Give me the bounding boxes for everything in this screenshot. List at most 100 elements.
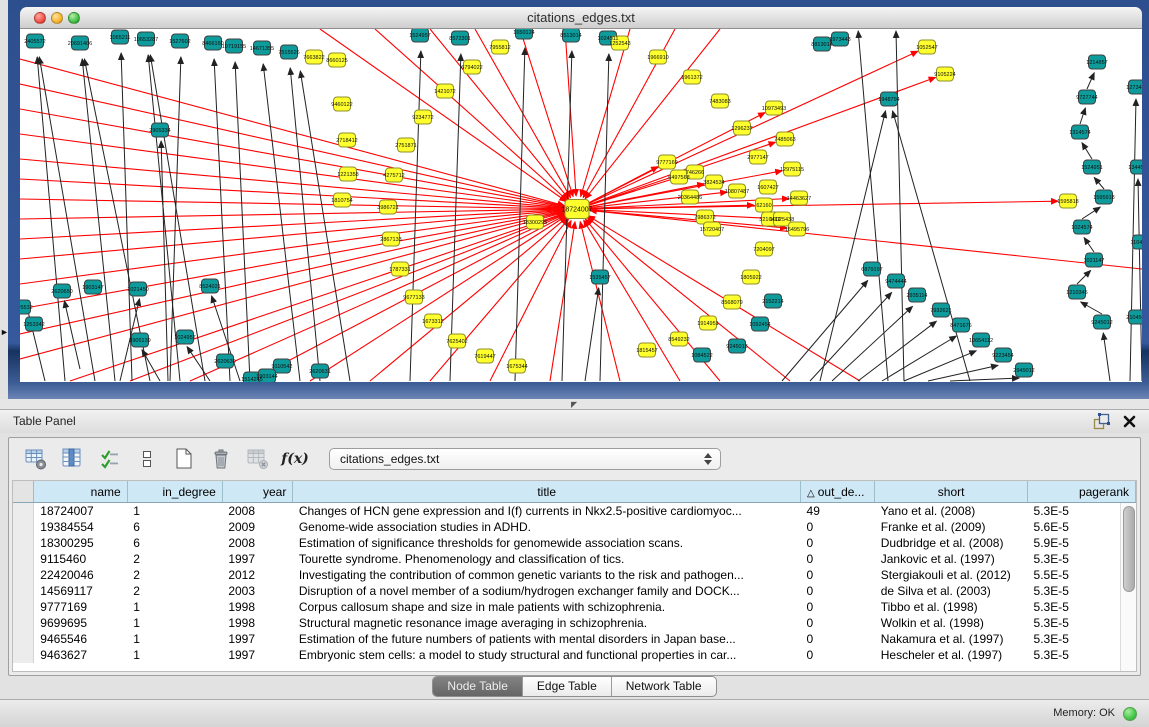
table-cell[interactable]: Investigating the contribution of common… bbox=[293, 567, 801, 583]
table-cell[interactable]: 2 bbox=[127, 567, 222, 583]
network-edge[interactable] bbox=[64, 301, 80, 369]
table-cell[interactable]: 1998 bbox=[222, 615, 293, 631]
table-cell[interactable]: 1997 bbox=[222, 631, 293, 647]
table-cell[interactable]: Stergiakouli et al. (2012) bbox=[875, 567, 1028, 583]
network-edge[interactable] bbox=[1094, 178, 1104, 190]
table-cell[interactable]: Yano et al. (2008) bbox=[875, 503, 1028, 520]
table-cell[interactable]: Dudbridge et al. (2008) bbox=[875, 535, 1028, 551]
network-edge[interactable] bbox=[161, 141, 168, 381]
network-edge[interactable] bbox=[928, 365, 998, 381]
network-edge[interactable] bbox=[1087, 73, 1094, 89]
tab-network-table[interactable]: Network Table bbox=[612, 677, 716, 696]
table-cell[interactable]: Structural magnetic resonance image aver… bbox=[293, 615, 801, 631]
table-cell[interactable]: 0 bbox=[801, 567, 875, 583]
table-cell[interactable]: 1997 bbox=[222, 551, 293, 567]
network-edge[interactable] bbox=[310, 216, 566, 381]
table-row[interactable]: 1830029562008Estimation of significance … bbox=[13, 535, 1136, 551]
column-header-short[interactable]: short bbox=[875, 481, 1028, 503]
table-cell[interactable]: Wolkin et al. (1998) bbox=[875, 615, 1028, 631]
table-cell[interactable]: Corpus callosum shape and size in male p… bbox=[293, 599, 801, 615]
table-cell[interactable]: 22420046 bbox=[34, 567, 127, 583]
table-cell[interactable]: 0 bbox=[801, 647, 875, 663]
column-header-out_de[interactable]: △out_de... bbox=[801, 481, 875, 503]
table-cell[interactable]: Disruption of a novel member of a sodium… bbox=[293, 583, 801, 599]
network-edge[interactable] bbox=[130, 214, 565, 381]
table-settings-icon[interactable] bbox=[23, 446, 49, 472]
table-cell[interactable]: 19384554 bbox=[34, 519, 127, 535]
table-cell[interactable]: 1 bbox=[127, 631, 222, 647]
network-edge[interactable] bbox=[214, 59, 230, 381]
network-edge[interactable] bbox=[142, 350, 160, 381]
network-edge[interactable] bbox=[1077, 270, 1091, 284]
table-row[interactable]: 946554611997Estimation of the future num… bbox=[13, 631, 1136, 647]
network-edge[interactable] bbox=[590, 210, 1142, 269]
table-cell[interactable]: 2008 bbox=[222, 535, 293, 551]
table-selector-dropdown[interactable]: citations_edges.txt bbox=[329, 448, 721, 470]
network-edge[interactable] bbox=[585, 288, 599, 381]
float-panel-icon[interactable] bbox=[1093, 413, 1110, 430]
table-cell[interactable]: Franke et al. (2009) bbox=[875, 519, 1028, 535]
table-cell[interactable]: 6 bbox=[127, 535, 222, 551]
column-header-title[interactable]: title bbox=[293, 481, 801, 503]
table-cell[interactable]: 2 bbox=[127, 583, 222, 599]
table-cell[interactable]: 1 bbox=[127, 599, 222, 615]
table-cell[interactable]: Genome-wide association studies in ADHD. bbox=[293, 519, 801, 535]
table-cell[interactable]: Embryonic stem cells: a model to study s… bbox=[293, 647, 801, 663]
network-edge[interactable] bbox=[1082, 143, 1092, 159]
table-row[interactable]: 1456911722003Disruption of a novel membe… bbox=[13, 583, 1136, 599]
panel-divider[interactable]: ◤ bbox=[0, 399, 1149, 409]
network-edge[interactable] bbox=[580, 222, 620, 381]
citation-network-graph[interactable]: 1872400718300295240557220691406106521110… bbox=[20, 29, 1142, 382]
column-header-pagerank[interactable]: pagerank bbox=[1028, 481, 1136, 503]
network-window-titlebar[interactable]: citations_edges.txt bbox=[20, 7, 1142, 29]
table-cell[interactable]: 9777169 bbox=[34, 599, 127, 615]
table-cell[interactable]: 1 bbox=[127, 647, 222, 663]
table-cell[interactable]: 2008 bbox=[222, 503, 293, 520]
tab-node-table[interactable]: Node Table bbox=[433, 677, 523, 696]
table-cell[interactable]: 0 bbox=[801, 631, 875, 647]
table-row[interactable]: 911546021997Tourette syndrome. Phenomeno… bbox=[13, 551, 1136, 567]
table-cell[interactable]: 2009 bbox=[222, 519, 293, 535]
table-cell[interactable]: 2012 bbox=[222, 567, 293, 583]
table-row[interactable]: 2242004622012Investigating the contribut… bbox=[13, 567, 1136, 583]
table-header-row[interactable]: namein_degreeyeartitle△out_de...shortpag… bbox=[13, 481, 1136, 503]
table-row[interactable]: 1872400712008Changes of HCN gene express… bbox=[13, 503, 1136, 520]
table-cell[interactable]: 0 bbox=[801, 583, 875, 599]
table-cell[interactable]: 0 bbox=[801, 519, 875, 535]
network-edge[interactable] bbox=[577, 209, 772, 219]
table-cell[interactable]: Tibbo et al. (1998) bbox=[875, 599, 1028, 615]
resize-grip-icon[interactable]: ◤ bbox=[571, 400, 577, 409]
table-cell[interactable]: Estimation of the future numbers of pati… bbox=[293, 631, 801, 647]
network-edge[interactable] bbox=[410, 51, 421, 381]
network-edge[interactable] bbox=[1082, 207, 1100, 219]
vertical-scrollbar[interactable] bbox=[1120, 503, 1136, 671]
function-builder-icon[interactable]: f(x) bbox=[282, 446, 308, 472]
table-cell[interactable]: de Silva et al. (2003) bbox=[875, 583, 1028, 599]
row-height-icon[interactable] bbox=[134, 446, 160, 472]
network-edge[interactable] bbox=[1138, 179, 1142, 381]
table-cell[interactable]: Changes of HCN gene expression and I(f) … bbox=[293, 503, 801, 520]
network-edge[interactable] bbox=[950, 378, 1019, 381]
network-edge[interactable] bbox=[20, 109, 564, 207]
scrollbar-thumb[interactable] bbox=[1123, 506, 1135, 592]
table-cell[interactable]: 1 bbox=[127, 615, 222, 631]
table-cell[interactable]: 2003 bbox=[222, 583, 293, 599]
table-cell[interactable]: 0 bbox=[801, 551, 875, 567]
table-cell[interactable]: 1998 bbox=[222, 599, 293, 615]
network-edge[interactable] bbox=[577, 209, 787, 228]
tab-edge-table[interactable]: Edge Table bbox=[523, 677, 612, 696]
table-row[interactable]: 946362711997Embryonic stem cells: a mode… bbox=[13, 647, 1136, 663]
table-row[interactable]: 1938455462009Genome-wide association stu… bbox=[13, 519, 1136, 535]
table-cell[interactable]: 18300295 bbox=[34, 535, 127, 551]
table-cell[interactable]: Tourette syndrome. Phenomenology and cla… bbox=[293, 551, 801, 567]
delete-table-icon[interactable] bbox=[208, 446, 234, 472]
table-cell[interactable]: 9115460 bbox=[34, 551, 127, 567]
table-cell[interactable]: 1997 bbox=[222, 647, 293, 663]
close-panel-icon[interactable] bbox=[1122, 414, 1137, 429]
network-edge[interactable] bbox=[20, 211, 564, 309]
table-row[interactable]: 977716911998Corpus callosum shape and si… bbox=[13, 599, 1136, 615]
network-window[interactable]: citations_edges.txt 18724007183002952405… bbox=[8, 0, 1149, 399]
table-cell[interactable]: Nakamura et al. (1997) bbox=[875, 631, 1028, 647]
network-canvas[interactable]: 1872400718300295240557220691406106521110… bbox=[20, 29, 1142, 382]
network-edge[interactable] bbox=[490, 221, 571, 381]
